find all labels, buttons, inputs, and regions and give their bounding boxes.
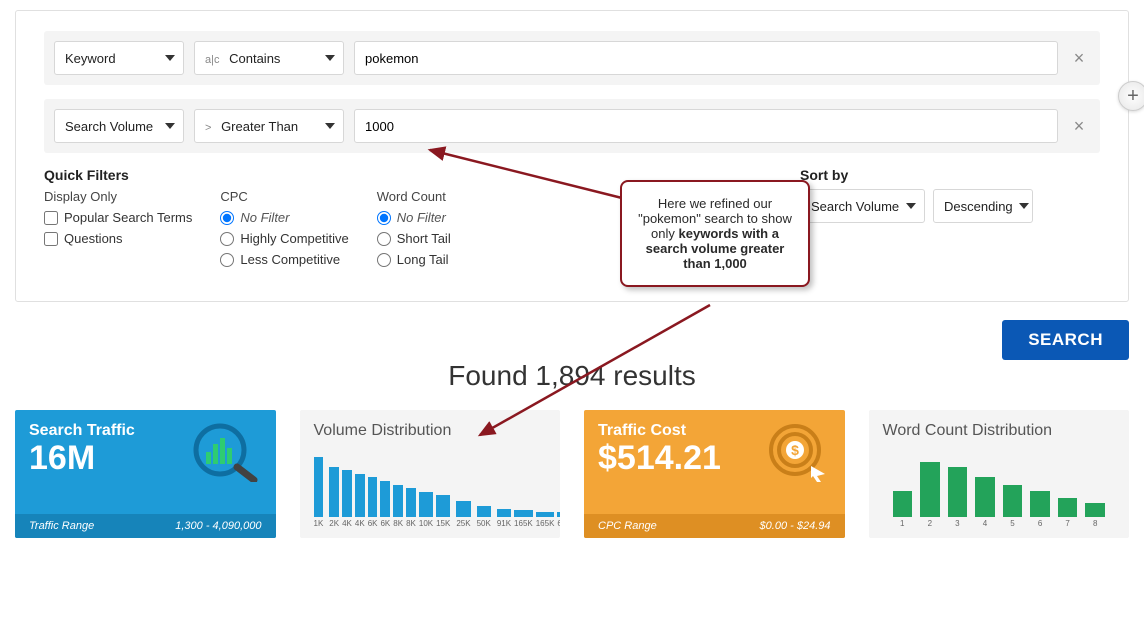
- sort-field-select[interactable]: Search Volume: [800, 189, 925, 223]
- card-footer-value: $0.00 - $24.94: [760, 520, 831, 532]
- card-traffic-cost[interactable]: Traffic Cost $514.21 $ CPC Range $0.00 -…: [584, 410, 845, 538]
- radio-input[interactable]: [377, 253, 391, 267]
- card-footer-label: CPC Range: [598, 520, 657, 532]
- operator-icon: >: [205, 122, 211, 134]
- magnifier-chart-icon: [192, 422, 262, 485]
- chevron-down-icon: [325, 123, 335, 129]
- radio-wc-nofilter[interactable]: No Filter: [377, 210, 451, 225]
- remove-filter-button[interactable]: ×: [1068, 115, 1090, 137]
- search-button[interactable]: SEARCH: [1002, 320, 1129, 360]
- checkbox-popular-search-terms[interactable]: Popular Search Terms: [44, 210, 192, 225]
- radio-label: Less Competitive: [240, 252, 340, 267]
- radio-label: No Filter: [397, 210, 446, 225]
- radio-label: No Filter: [240, 210, 289, 225]
- quick-filter-wordcount: Word Count No Filter Short Tail Long Tai…: [377, 189, 451, 273]
- sort-direction-label: Descending: [944, 199, 1013, 214]
- filter-value-input[interactable]: [354, 109, 1058, 143]
- radio-cpc-nofilter[interactable]: No Filter: [220, 210, 348, 225]
- filter-value-input[interactable]: [354, 41, 1058, 75]
- summary-cards: Search Traffic 16M Traffic Range 1,300 -…: [15, 410, 1129, 538]
- chevron-down-icon: [165, 123, 175, 129]
- filter-operator-label: Greater Than: [221, 119, 298, 134]
- radio-label: Highly Competitive: [240, 231, 348, 246]
- checkbox-label: Popular Search Terms: [64, 210, 192, 225]
- quick-filter-cpc: CPC No Filter Highly Competitive Less Co…: [220, 189, 348, 273]
- card-title: Word Count Distribution: [869, 410, 1130, 440]
- filter-row-volume: Search Volume > Greater Than ×: [44, 99, 1100, 153]
- filter-operator-select[interactable]: a|c Contains: [194, 41, 344, 75]
- column-head: CPC: [220, 189, 348, 204]
- operator-icon: a|c: [205, 54, 219, 66]
- results-count: Found 1,894 results: [15, 360, 1129, 392]
- column-head: Word Count: [377, 189, 451, 204]
- radio-wc-short[interactable]: Short Tail: [377, 231, 451, 246]
- radio-label: Long Tail: [397, 252, 449, 267]
- sort-field-label: Search Volume: [811, 199, 899, 214]
- volume-bars: 1K2K4K4K6K6K8K8K10K15K25K50K91K165K165K6…: [314, 448, 547, 528]
- radio-input[interactable]: [220, 211, 234, 225]
- filter-operator-label: Contains: [229, 51, 280, 66]
- card-footer-label: Traffic Range: [29, 520, 94, 532]
- chevron-down-icon: [906, 203, 916, 209]
- remove-filter-button[interactable]: ×: [1068, 47, 1090, 69]
- plus-icon: +: [1127, 85, 1139, 108]
- annotation-callout: Here we refined our "pokemon" search to …: [620, 180, 810, 287]
- quick-filter-display-only: Display Only Popular Search Terms Questi…: [44, 189, 192, 273]
- svg-text:$: $: [791, 442, 799, 458]
- card-wordcount-distribution[interactable]: Word Count Distribution 12345678: [869, 410, 1130, 538]
- card-title: Volume Distribution: [300, 410, 561, 440]
- radio-input[interactable]: [220, 232, 234, 246]
- checkbox-input[interactable]: [44, 211, 58, 225]
- add-filter-button[interactable]: +: [1118, 81, 1144, 111]
- filter-panel: Keyword a|c Contains × Search Volume > G…: [15, 10, 1129, 302]
- chevron-down-icon: [325, 55, 335, 61]
- radio-input[interactable]: [377, 232, 391, 246]
- sort-title: Sort by: [800, 167, 1100, 183]
- filter-operator-select[interactable]: > Greater Than: [194, 109, 344, 143]
- wordcount-bars: 12345678: [893, 448, 1106, 528]
- chevron-down-icon: [1019, 203, 1029, 209]
- close-icon: ×: [1074, 116, 1085, 137]
- chevron-down-icon: [165, 55, 175, 61]
- filter-field-label: Keyword: [65, 51, 116, 66]
- dollar-target-icon: $: [767, 422, 831, 485]
- radio-wc-long[interactable]: Long Tail: [377, 252, 451, 267]
- column-head: Display Only: [44, 189, 192, 204]
- close-icon: ×: [1074, 48, 1085, 69]
- card-search-traffic[interactable]: Search Traffic 16M Traffic Range 1,300 -…: [15, 410, 276, 538]
- filter-field-label: Search Volume: [65, 119, 153, 134]
- sort-section: Sort by Search Volume Descending: [800, 167, 1100, 273]
- checkbox-input[interactable]: [44, 232, 58, 246]
- filter-field-select[interactable]: Search Volume: [54, 109, 184, 143]
- radio-cpc-highly[interactable]: Highly Competitive: [220, 231, 348, 246]
- card-footer-value: 1,300 - 4,090,000: [175, 520, 261, 532]
- radio-label: Short Tail: [397, 231, 451, 246]
- checkbox-label: Questions: [64, 231, 123, 246]
- checkbox-questions[interactable]: Questions: [44, 231, 192, 246]
- sort-direction-select[interactable]: Descending: [933, 189, 1033, 223]
- card-volume-distribution[interactable]: Volume Distribution 1K2K4K4K6K6K8K8K10K1…: [300, 410, 561, 538]
- filter-field-select[interactable]: Keyword: [54, 41, 184, 75]
- radio-input[interactable]: [220, 253, 234, 267]
- radio-input[interactable]: [377, 211, 391, 225]
- radio-cpc-less[interactable]: Less Competitive: [220, 252, 348, 267]
- filter-row-keyword: Keyword a|c Contains ×: [44, 31, 1100, 85]
